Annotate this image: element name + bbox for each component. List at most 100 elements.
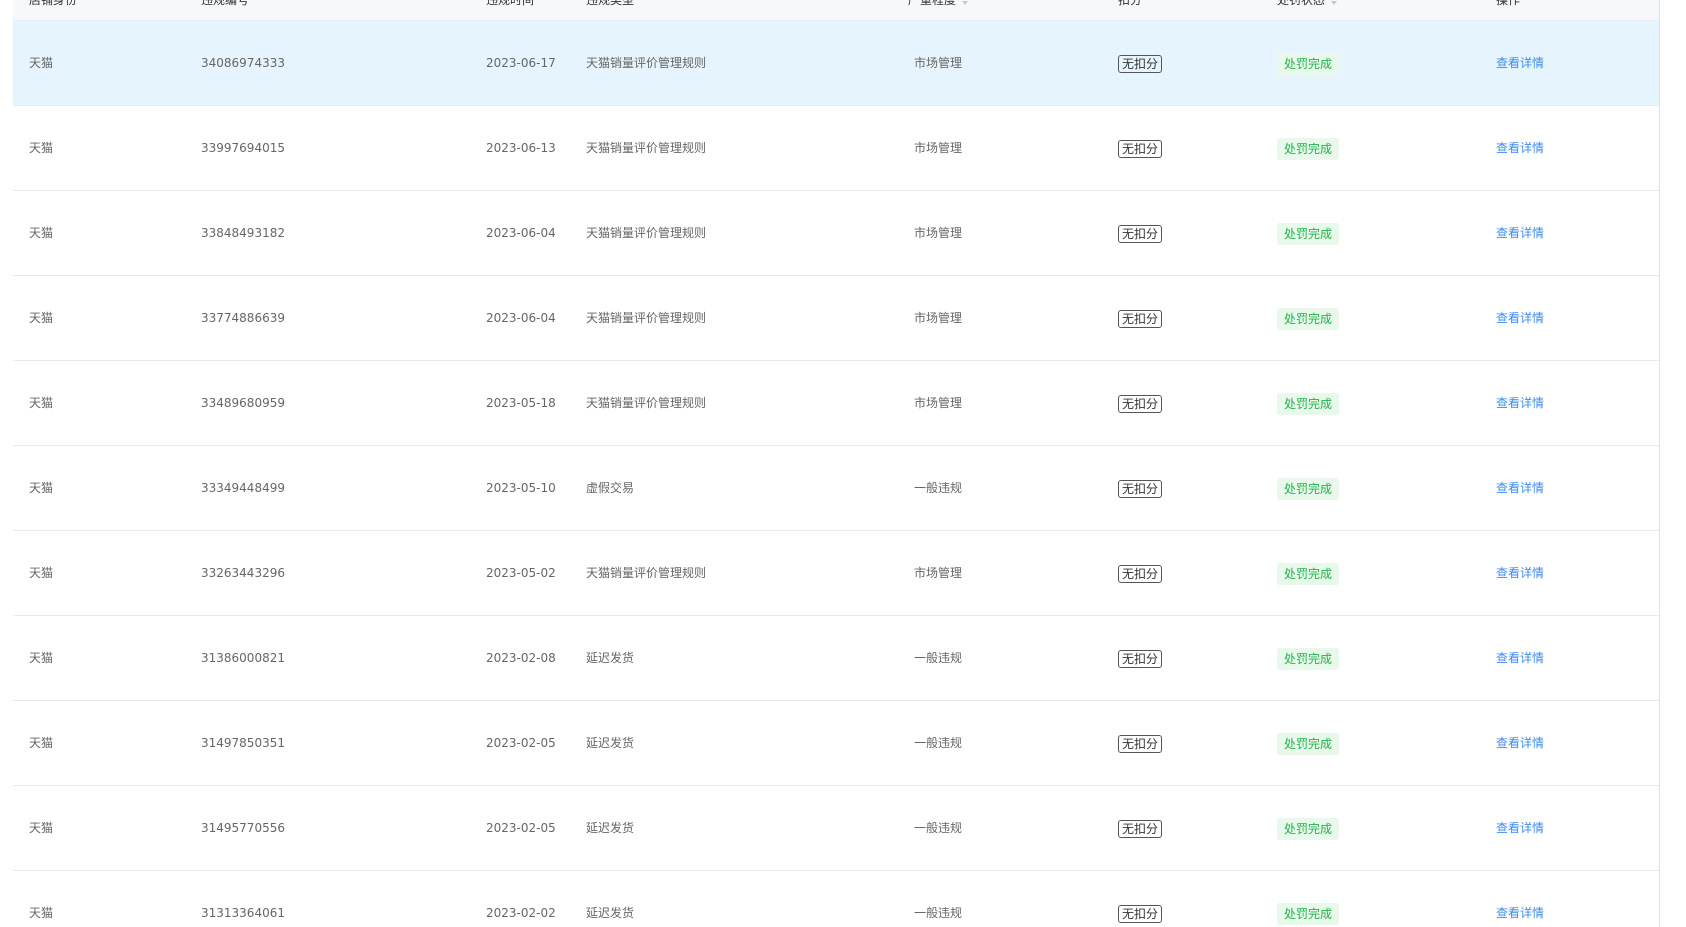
cell-violation-id: 33848493182 (201, 226, 285, 240)
cell-violation-id: 33774886639 (201, 311, 285, 325)
header-deduct-label: 扣分 (1118, 0, 1143, 7)
cell-store: 天猫 (29, 226, 54, 240)
cell-type: 延迟发货 (586, 821, 635, 835)
cell-violation-id: 31495770556 (201, 821, 285, 835)
cell-deduct: 无扣分 (1118, 616, 1163, 700)
header-severity[interactable]: 严重程度 (908, 0, 970, 9)
status-badge: 处罚完成 (1277, 817, 1340, 840)
table-row[interactable]: 天猫 33263443296 2023-05-02 天猫销量评价管理规则 市场管理 无扣分… (13, 531, 1660, 616)
cell-action: 查看详情 (1496, 276, 1544, 360)
table-row[interactable]: 天猫 33489680959 2023-05-18 天猫销量评价管理规则 市场管理 无扣分… (13, 361, 1660, 446)
cell-status: 处罚完成 (1277, 786, 1340, 870)
cell-store: 天猫 (29, 566, 54, 580)
cell-date: 2023-02-08 (486, 651, 556, 665)
cell-deduct: 无扣分 (1118, 276, 1163, 360)
cell-violation-id: 33349448499 (201, 481, 285, 495)
cell-status: 处罚完成 (1277, 21, 1340, 105)
view-details-link[interactable]: 查看详情 (1496, 651, 1544, 665)
cell-store: 天猫 (29, 396, 54, 410)
cell-store: 天猫 (29, 141, 54, 155)
table-row[interactable]: 天猫 31495770556 2023-02-05 延迟发货 一般违规 无扣分 处罚完成 查看… (13, 786, 1660, 871)
cell-severity: 市场管理 (914, 311, 963, 325)
view-details-link[interactable]: 查看详情 (1496, 821, 1544, 835)
cell-violation-id: 31497850351 (201, 736, 285, 750)
cell-status: 处罚完成 (1277, 276, 1340, 360)
table-row[interactable]: 天猫 33774886639 2023-06-04 天猫销量评价管理规则 市场管理 无扣分… (13, 276, 1660, 361)
status-badge: 处罚完成 (1277, 562, 1340, 585)
cell-type: 天猫销量评价管理规则 (586, 566, 707, 580)
cell-store: 天猫 (29, 821, 54, 835)
cell-store: 天猫 (29, 736, 54, 750)
cell-date: 2023-02-05 (486, 821, 556, 835)
table-row[interactable]: 天猫 31313364061 2023-02-02 延迟发货 一般违规 无扣分 处罚完成 查看… (13, 871, 1660, 927)
view-details-link[interactable]: 查看详情 (1496, 906, 1544, 920)
cell-type: 天猫销量评价管理规则 (586, 311, 707, 325)
cell-violation-id: 33263443296 (201, 566, 285, 580)
view-details-link[interactable]: 查看详情 (1496, 226, 1544, 240)
cell-severity: 一般违规 (914, 906, 963, 920)
deduct-tag: 无扣分 (1118, 734, 1163, 753)
cell-date: 2023-06-04 (486, 226, 556, 240)
table-row[interactable]: 天猫 31497850351 2023-02-05 延迟发货 一般违规 无扣分 处罚完成 查看… (13, 701, 1660, 786)
cell-severity: 市场管理 (914, 141, 963, 155)
cell-severity: 一般违规 (914, 651, 963, 665)
cell-type: 天猫销量评价管理规则 (586, 226, 707, 240)
view-details-link[interactable]: 查看详情 (1496, 311, 1544, 325)
header-severity-label: 严重程度 (908, 0, 957, 7)
table-row[interactable]: 天猫 33997694015 2023-06-13 天猫销量评价管理规则 市场管理 无扣分… (13, 106, 1660, 191)
status-badge: 处罚完成 (1277, 52, 1340, 75)
vertical-scrollbar[interactable] (1659, 0, 1686, 927)
cell-deduct: 无扣分 (1118, 871, 1163, 927)
header-status[interactable]: 处罚状态 (1277, 0, 1339, 9)
table-row[interactable]: 天猫 34086974333 2023-06-17 天猫销量评价管理规则 市场管理 无扣分… (13, 21, 1660, 106)
cell-type: 虚假交易 (586, 481, 635, 495)
cell-violation-id: 31386000821 (201, 651, 285, 665)
cell-type: 延迟发货 (586, 736, 635, 750)
deduct-tag: 无扣分 (1118, 479, 1163, 498)
cell-store: 天猫 (29, 906, 54, 920)
status-badge: 处罚完成 (1277, 137, 1340, 160)
cell-date: 2023-02-05 (486, 736, 556, 750)
header-date: 违规时间 (486, 0, 534, 9)
deduct-tag: 无扣分 (1118, 139, 1163, 158)
cell-severity: 市场管理 (914, 56, 963, 70)
cell-action: 查看详情 (1496, 701, 1544, 785)
status-badge: 处罚完成 (1277, 477, 1340, 500)
table-row[interactable]: 天猫 31386000821 2023-02-08 延迟发货 一般违规 无扣分 处罚完成 查看… (13, 616, 1660, 701)
table-row[interactable]: 天猫 33349448499 2023-05-10 虚假交易 一般违规 无扣分 处罚完成 查看… (13, 446, 1660, 531)
deduct-tag: 无扣分 (1118, 309, 1163, 328)
table-row[interactable]: 天猫 33848493182 2023-06-04 天猫销量评价管理规则 市场管理 无扣分… (13, 191, 1660, 276)
cell-date: 2023-06-13 (486, 141, 556, 155)
view-details-link[interactable]: 查看详情 (1496, 396, 1544, 410)
view-details-link[interactable]: 查看详情 (1496, 566, 1544, 580)
cell-status: 处罚完成 (1277, 446, 1340, 530)
view-details-link[interactable]: 查看详情 (1496, 56, 1544, 70)
cell-store: 天猫 (29, 651, 54, 665)
cell-deduct: 无扣分 (1118, 106, 1163, 190)
cell-status: 处罚完成 (1277, 191, 1340, 275)
cell-type: 天猫销量评价管理规则 (586, 396, 707, 410)
view-details-link[interactable]: 查看详情 (1496, 481, 1544, 495)
view-details-link[interactable]: 查看详情 (1496, 736, 1544, 750)
violation-table-container: 店铺身份 违规编号 违规时间 违规类型 严重程度 扣分 处罚状态 操作 天猫 34… (0, 0, 1660, 927)
status-badge: 处罚完成 (1277, 732, 1340, 755)
deduct-tag: 无扣分 (1118, 904, 1163, 923)
cell-action: 查看详情 (1496, 531, 1544, 615)
cell-date: 2023-05-02 (486, 566, 556, 580)
cell-store: 天猫 (29, 56, 54, 70)
header-id-label: 违规编号 (201, 0, 250, 7)
cell-violation-id: 34086974333 (201, 56, 285, 70)
cell-deduct: 无扣分 (1118, 361, 1163, 445)
status-badge: 处罚完成 (1277, 307, 1340, 330)
cell-status: 处罚完成 (1277, 531, 1340, 615)
cell-type: 天猫销量评价管理规则 (586, 56, 707, 70)
header-deduct: 扣分 (1118, 0, 1142, 9)
deduct-tag: 无扣分 (1118, 564, 1163, 583)
view-details-link[interactable]: 查看详情 (1496, 141, 1544, 155)
header-type: 违规类型 (586, 0, 634, 9)
sort-icon[interactable] (962, 0, 970, 6)
sort-icon[interactable] (1331, 0, 1339, 6)
cell-deduct: 无扣分 (1118, 531, 1163, 615)
cell-deduct: 无扣分 (1118, 786, 1163, 870)
header-store-label: 店铺身份 (29, 0, 78, 7)
